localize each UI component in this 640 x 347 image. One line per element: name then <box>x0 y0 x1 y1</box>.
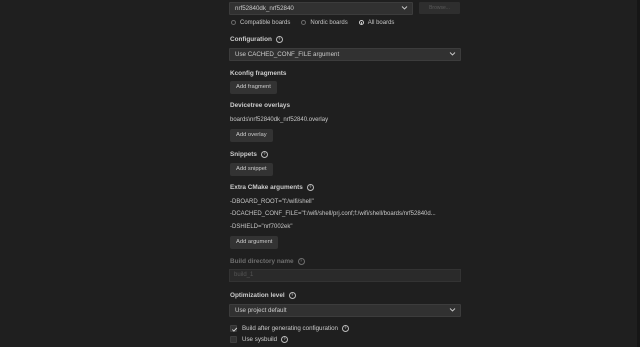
snippets-heading-text: Snippets <box>230 151 257 158</box>
optimization-heading-text: Optimization level <box>230 292 285 299</box>
checkbox-unchecked[interactable] <box>230 336 237 343</box>
board-select-value: nrf52840dk_nrf52840 <box>235 5 294 12</box>
radio-label: All boards <box>367 19 395 26</box>
optimization-select[interactable]: Use project default <box>229 304 461 317</box>
chevron-down-icon <box>449 305 456 316</box>
browse-button[interactable]: Browse... <box>419 2 460 14</box>
kconfig-heading-text: Kconfig fragments <box>230 70 287 77</box>
cmake-arg-item: -DSHIELD="nrf7002ek" <box>230 224 293 230</box>
board-filter-radios: Compatible boards Nordic boards All boar… <box>231 18 405 27</box>
devicetree-heading: Devicetree overlays <box>230 102 290 109</box>
optimization-select-value: Use project default <box>235 307 287 314</box>
configuration-heading: Configuration ? <box>230 36 283 43</box>
add-argument-button[interactable]: Add argument <box>230 236 279 249</box>
checkbox-checked[interactable] <box>230 325 238 332</box>
add-snippet-button[interactable]: Add snippet <box>230 163 273 176</box>
radio-indicator-selected <box>358 20 364 25</box>
checkbox-label: Build after generating configuration <box>242 325 338 332</box>
configuration-heading-text: Configuration <box>230 36 272 43</box>
help-icon[interactable]: ? <box>275 36 283 43</box>
add-overlay-button[interactable]: Add overlay <box>230 129 273 142</box>
radio-compatible-boards[interactable]: Compatible boards <box>231 20 290 26</box>
chevron-down-icon <box>401 3 408 14</box>
overlay-file-item: boards\nrf52840dk_nrf52840.overlay <box>230 117 329 123</box>
board-select[interactable]: nrf52840dk_nrf52840 <box>229 2 413 15</box>
use-sysbuild-checkbox[interactable]: Use sysbuild ? <box>230 336 289 343</box>
configuration-select[interactable]: Use CACHED_CONF_FILE argument <box>229 48 461 61</box>
build-after-generating-checkbox[interactable]: Build after generating configuration ? <box>230 325 349 332</box>
build-directory-heading: Build directory name ? <box>230 258 305 265</box>
chevron-down-icon <box>449 49 456 60</box>
radio-label: Nordic boards <box>310 19 348 26</box>
add-fragment-button[interactable]: Add fragment <box>230 81 277 94</box>
help-icon[interactable]: ? <box>261 151 268 158</box>
checkbox-label: Use sysbuild <box>242 336 278 343</box>
radio-nordic-boards[interactable]: Nordic boards <box>301 19 348 26</box>
build-directory-input[interactable]: build_1 <box>229 269 461 282</box>
radio-indicator <box>301 20 307 25</box>
cmake-arg-item: -DCACHED_CONF_FILE="f:/wifi/shell/prj.co… <box>230 211 436 217</box>
build-configuration-panel: nrf52840dk_nrf52840 Browse... Compatible… <box>229 0 461 347</box>
radio-all-boards[interactable]: All boards <box>358 19 395 26</box>
radio-indicator <box>231 20 236 25</box>
devicetree-heading-text: Devicetree overlays <box>230 102 291 109</box>
help-icon[interactable]: ? <box>341 325 349 332</box>
kconfig-heading: Kconfig fragments <box>230 70 286 77</box>
cmake-args-heading: Extra CMake arguments ? <box>230 184 314 191</box>
optimization-heading: Optimization level ? <box>230 292 296 299</box>
help-icon[interactable]: ? <box>288 292 296 299</box>
radio-label: Compatible boards <box>240 19 291 26</box>
help-icon[interactable]: ? <box>297 258 305 265</box>
build-directory-heading-text: Build directory name <box>230 258 294 265</box>
snippets-heading: Snippets ? <box>230 151 268 158</box>
cmake-arg-item: -DBOARD_ROOT="f:/wifi/shell" <box>230 199 314 205</box>
help-icon[interactable]: ? <box>306 184 314 191</box>
cmake-args-heading-text: Extra CMake arguments <box>230 184 303 191</box>
configuration-select-value: Use CACHED_CONF_FILE argument <box>235 51 340 58</box>
help-icon[interactable]: ? <box>281 336 289 343</box>
